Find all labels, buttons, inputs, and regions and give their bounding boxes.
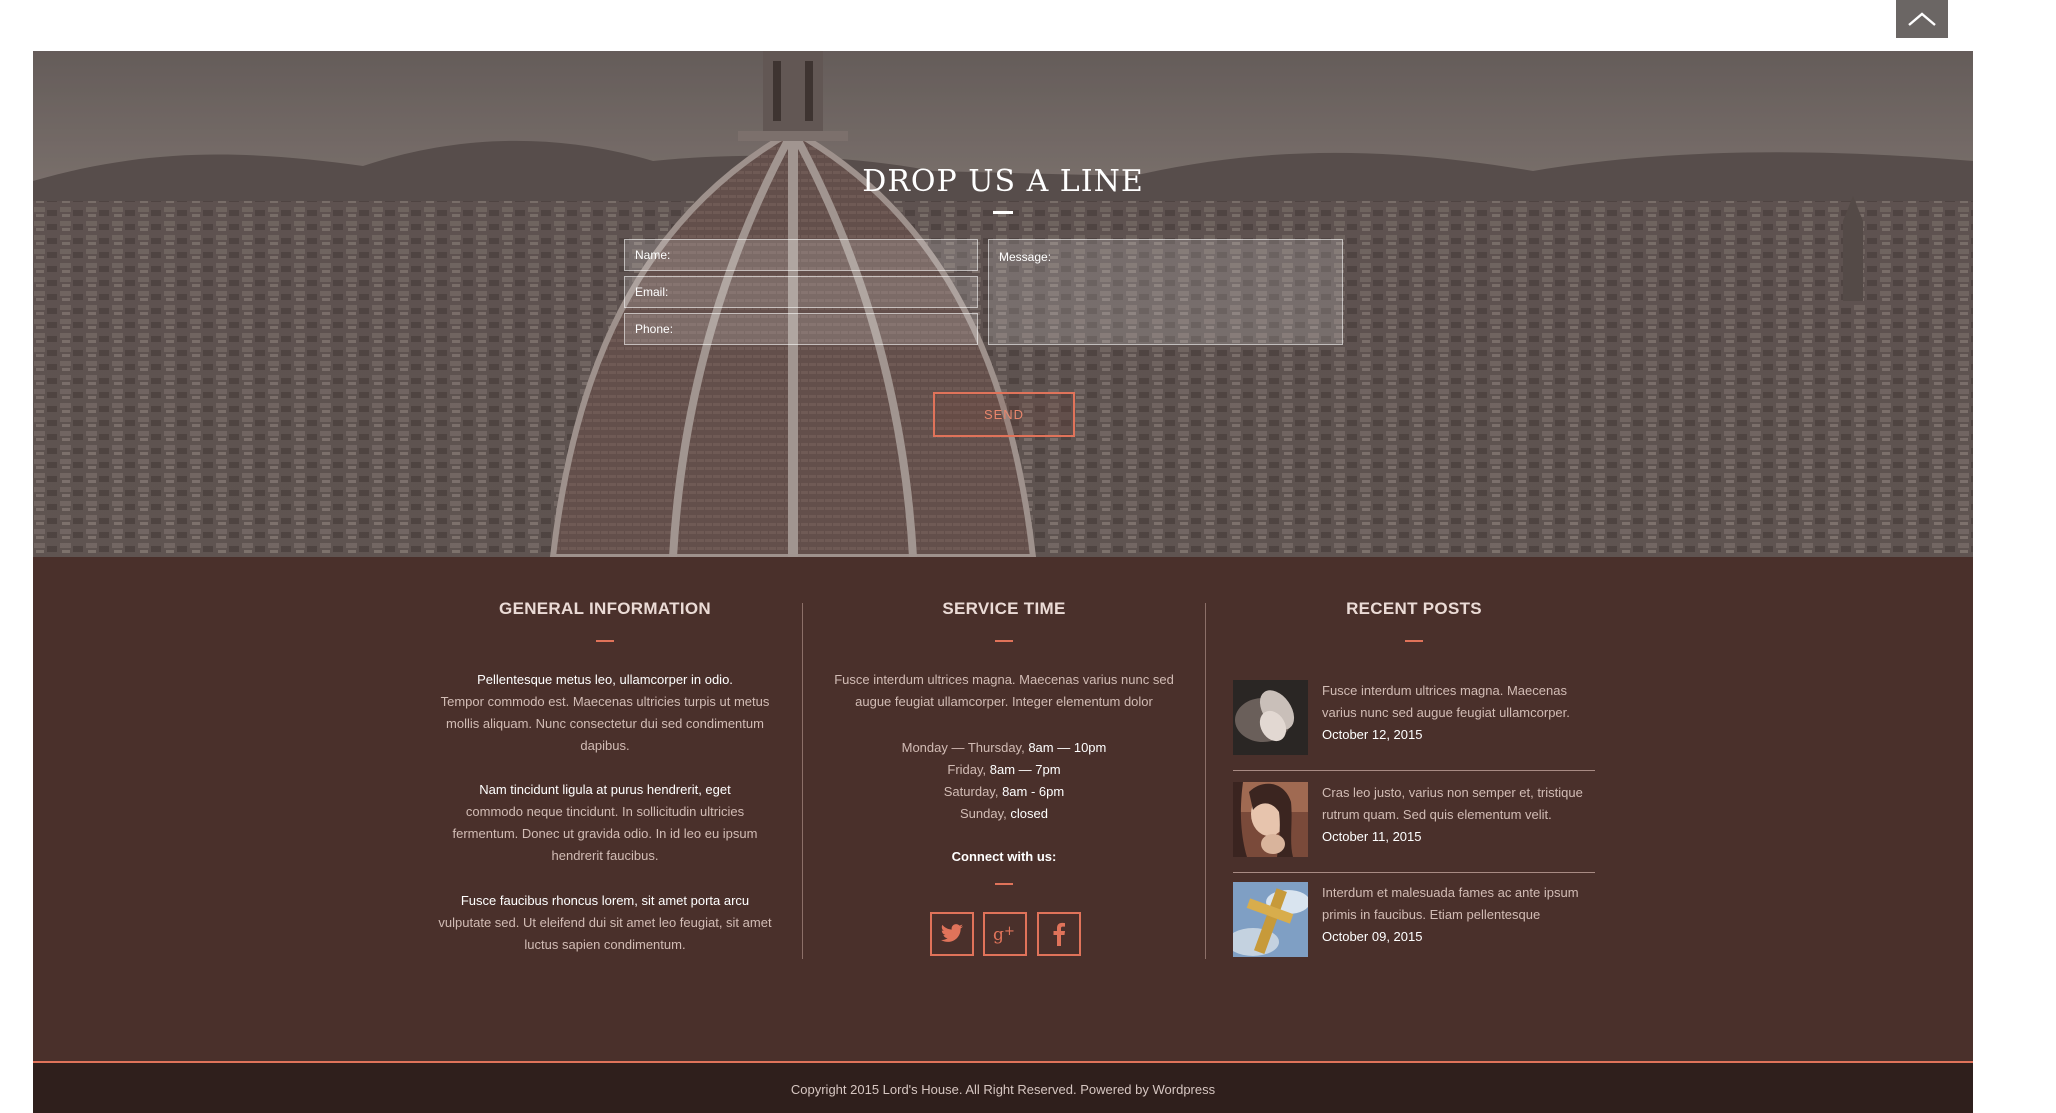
svg-text:+: + [1004, 924, 1015, 939]
title-divider [993, 211, 1013, 214]
email-input[interactable] [624, 276, 978, 308]
twitter-button[interactable] [930, 912, 974, 956]
recent-posts-title: RECENT POSTS [1346, 599, 1482, 618]
contact-title: DROP US A LINE [862, 164, 1144, 199]
chevron-up-icon [1908, 12, 1936, 26]
schedule-row: Saturday, 8am - 6pm [943, 784, 1065, 799]
contact-section: DROP US A LINE SEND [33, 51, 1973, 557]
service-schedule: Monday — Thursday, 8am — 10pm Friday, 8a… [823, 737, 1185, 825]
post-date: October 12, 2015 [1322, 727, 1423, 742]
post-thumbnail-praying-hands[interactable] [1233, 680, 1308, 755]
post-thumbnail-praying-girl[interactable] [1233, 782, 1308, 857]
post-separator [1233, 872, 1595, 873]
general-info-paragraph-2: Nam tincidunt ligula at purus hendrerit,… [452, 782, 758, 863]
service-time-intro: Fusce interdum ultrices magna. Maecenas … [834, 672, 1174, 709]
post-thumbnail-golden-cross[interactable] [1233, 882, 1308, 957]
post-text: Interdum et malesuada fames ac ante ipsu… [1322, 882, 1595, 948]
general-info-paragraph-3: Fusce faucibus rhoncus lorem, sit amet p… [438, 893, 772, 952]
svg-text:g: g [993, 925, 1004, 945]
phone-input[interactable] [624, 313, 978, 345]
post-date: October 09, 2015 [1322, 929, 1423, 944]
post-excerpt[interactable]: Cras leo justo, varius non semper et, tr… [1322, 782, 1595, 826]
column-divider-right [1205, 603, 1206, 959]
connect-divider [995, 883, 1013, 885]
post-separator [1233, 770, 1595, 771]
schedule-row: Monday — Thursday, 8am — 10pm [901, 740, 1107, 755]
facebook-button[interactable] [1037, 912, 1081, 956]
service-time-title: SERVICE TIME [942, 599, 1066, 618]
footer-info: GENERAL INFORMATION Pellentesque metus l… [33, 557, 1973, 1064]
name-input[interactable] [624, 239, 978, 271]
google-plus-button[interactable]: g + [983, 912, 1027, 956]
copyright-bar: Copyright 2015 Lord's House. All Right R… [33, 1061, 1973, 1113]
service-time-divider [995, 640, 1013, 642]
page-frame: DROP US A LINE SEND GENERAL INFORMATION … [33, 51, 1973, 1113]
google-plus-icon: g + [993, 924, 1015, 945]
schedule-row: Friday, 8am — 7pm [947, 762, 1061, 777]
twitter-icon [940, 924, 963, 942]
schedule-row: Sunday, closed [960, 806, 1048, 821]
copyright-text: Copyright 2015 Lord's House. All Right R… [790, 1082, 1216, 1097]
general-info-title: GENERAL INFORMATION [499, 599, 711, 618]
column-divider-left [802, 603, 803, 959]
facebook-icon [1053, 922, 1065, 946]
post-excerpt[interactable]: Fusce interdum ultrices magna. Maecenas … [1322, 680, 1595, 724]
general-info-paragraph-1: Pellentesque metus leo, ullamcorper in o… [440, 672, 770, 753]
post-date: October 11, 2015 [1322, 829, 1422, 844]
recent-post-item[interactable]: Fusce interdum ultrices magna. Maecenas … [1233, 680, 1595, 760]
send-button[interactable]: SEND [933, 392, 1075, 437]
scroll-to-top-button[interactable] [1896, 0, 1948, 38]
recent-post-item[interactable]: Cras leo justo, varius non semper et, tr… [1233, 782, 1595, 862]
post-excerpt[interactable]: Interdum et malesuada fames ac ante ipsu… [1322, 882, 1595, 926]
post-text: Fusce interdum ultrices magna. Maecenas … [1322, 680, 1595, 746]
general-info-divider [596, 640, 614, 642]
connect-label: Connect with us: [951, 849, 1057, 864]
recent-posts-divider [1405, 640, 1423, 642]
recent-post-item[interactable]: Interdum et malesuada fames ac ante ipsu… [1233, 882, 1595, 962]
post-text: Cras leo justo, varius non semper et, tr… [1322, 782, 1595, 848]
message-textarea[interactable] [988, 239, 1343, 345]
